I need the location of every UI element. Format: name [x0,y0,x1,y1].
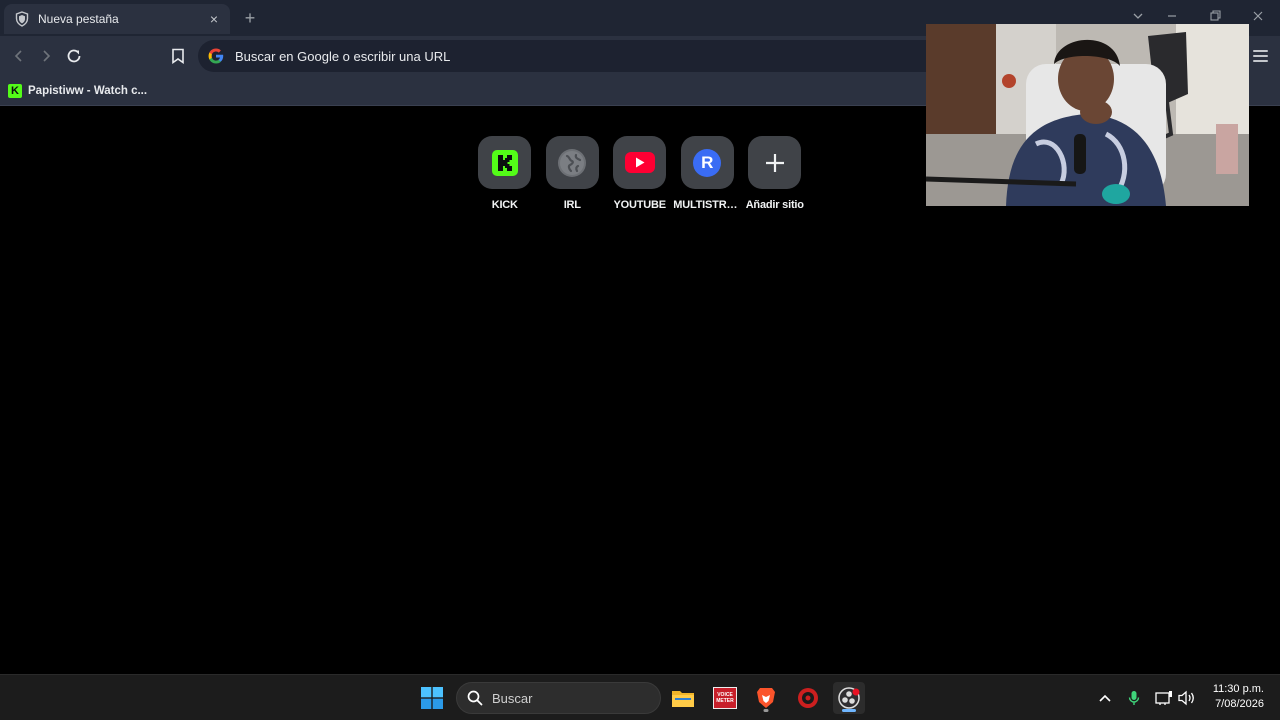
bookmark-item[interactable]: K Papistiww - Watch c... [8,81,147,101]
globe-icon [558,148,587,177]
shortcut-tile: R [680,136,734,189]
new-tab-button[interactable]: + [240,8,260,28]
volume-icon[interactable] [1176,683,1198,713]
youtube-icon [624,152,655,173]
brave-browser-icon[interactable] [750,682,782,714]
shortcut-youtube[interactable]: YOUTUBE [606,136,674,211]
network-icon[interactable] [1153,683,1175,713]
search-icon [467,690,483,706]
shortcut-add-site[interactable]: Añadir sitio [741,136,809,211]
reload-button[interactable] [62,44,86,68]
windows-start-icon[interactable] [416,682,448,714]
obs-studio-icon[interactable] [833,682,865,714]
webcam-video [926,24,1249,206]
shortcut-multistream[interactable]: R MULTISTRE... [673,136,742,211]
taskbar: VOICE METER 11:30 p.m. 7/08/2026 [0,674,1280,720]
microphone-icon[interactable] [1123,683,1145,713]
bookmark-icon[interactable] [166,44,190,68]
chevron-up-icon[interactable] [1094,683,1116,713]
streaming-app-icon[interactable] [792,682,824,714]
clock-date: 7/08/2026 [1215,698,1264,710]
menu-icon[interactable] [1248,44,1272,68]
google-icon [208,48,224,64]
shortcut-tile [613,136,667,189]
shortcut-irl[interactable]: IRL [539,136,607,211]
shortcut-tile [748,136,802,189]
taskbar-search-input[interactable] [492,690,642,706]
plus-icon [761,149,789,177]
webcam-overlay [926,24,1249,206]
bookmark-label: Papistiww - Watch c... [28,85,148,97]
restream-icon: R [693,148,722,177]
system-clock[interactable]: 11:30 p.m. 7/08/2026 [1213,682,1264,712]
shield-icon [14,11,30,27]
tab-title: Nueva pestaña [38,12,119,26]
tab-close-icon[interactable]: × [206,11,222,27]
kick-icon: K [8,84,22,98]
back-button[interactable] [7,44,31,68]
close-icon[interactable] [1247,6,1269,28]
kick-icon [491,149,518,176]
shortcut-tile [478,136,532,189]
forward-button[interactable] [34,44,58,68]
shortcut-label: IRL [563,199,581,211]
shortcut-tile [545,136,599,189]
desktop: Nueva pestaña × + Buscar en Google o esc… [0,0,1280,720]
shortcut-kick[interactable]: KICK [471,136,539,211]
voicemeeter-icon[interactable]: VOICE METER [709,682,741,714]
tab-new-tab[interactable]: Nueva pestaña × [4,4,230,34]
shortcuts-grid: KICK IRL YOUTUBE R MULTISTRE... Añadir s… [471,136,809,211]
omnibox-input[interactable] [235,48,835,64]
file-explorer-icon[interactable] [667,682,699,714]
clock-time: 11:30 p.m. [1212,683,1264,695]
taskbar-search[interactable] [456,682,661,714]
shortcut-label: KICK [491,199,518,211]
shortcut-label: Añadir sitio [745,199,804,211]
shortcut-label: MULTISTRE... [673,199,742,211]
shortcut-label: YOUTUBE [613,199,666,211]
